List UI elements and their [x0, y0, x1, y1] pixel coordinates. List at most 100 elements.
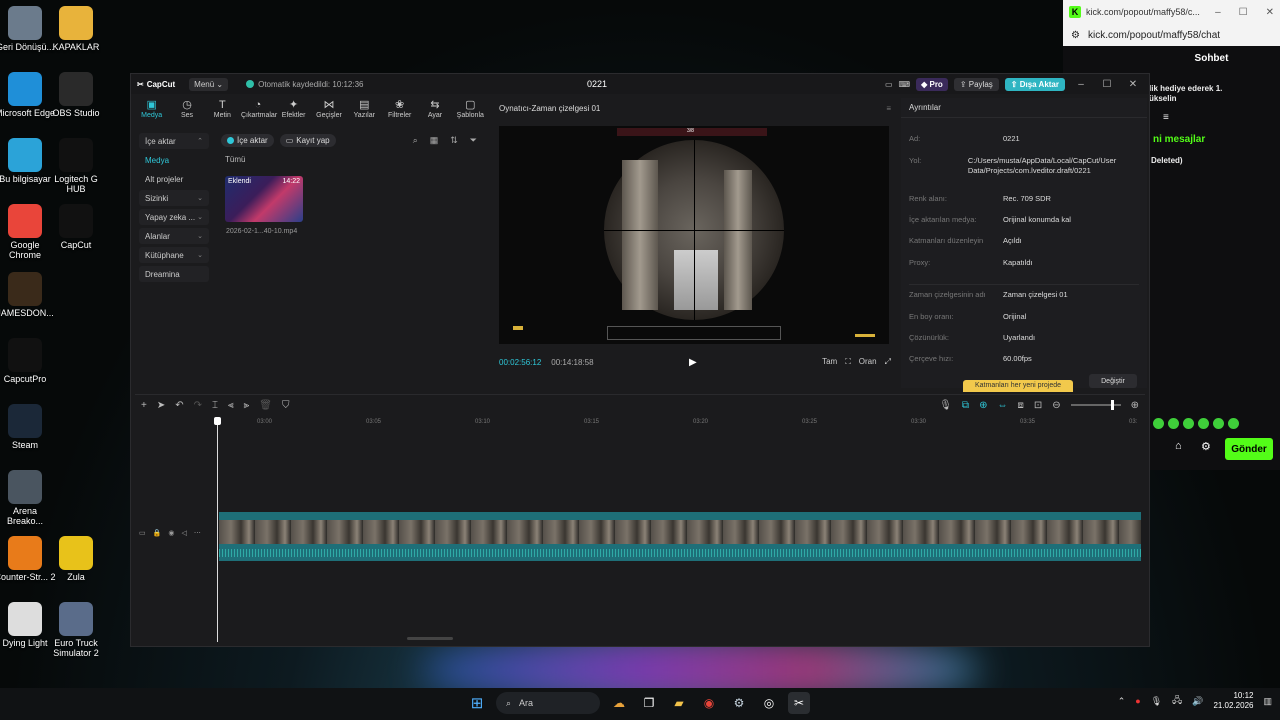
zoom-fit-icon[interactable]: ⊡ — [1034, 400, 1042, 411]
desktop-shortcut[interactable]: KAPAKLAR — [45, 6, 107, 53]
record-button[interactable]: ▭ Kayıt yap — [279, 134, 336, 147]
tool-sticker[interactable]: ◔ Çıkartmalar — [241, 98, 277, 126]
site-settings-icon[interactable]: ⚙ — [1071, 30, 1080, 41]
link-icon[interactable]: ⧉ — [962, 400, 969, 411]
full-quality-button[interactable]: Tam — [822, 357, 837, 367]
ripple-icon[interactable]: ⧈ — [1017, 400, 1023, 411]
shortcuts-icon[interactable]: ⌨ — [899, 80, 911, 89]
tool-audio[interactable]: ◷ Ses — [170, 98, 203, 126]
close-icon[interactable]: ✕ — [1123, 79, 1143, 90]
tool-captions[interactable]: ▤ Yazılar — [348, 98, 381, 126]
notifications-icon[interactable]: ▥ — [1263, 696, 1272, 707]
import-button[interactable]: İçe aktar — [221, 134, 274, 147]
eye-icon[interactable]: ◉ — [168, 529, 174, 537]
url-text[interactable]: kick.com/popout/maffy58/chat — [1088, 30, 1220, 41]
mute-icon[interactable]: ◁ — [181, 529, 186, 537]
chrome-icon[interactable]: ◉ — [698, 692, 720, 714]
video-preview[interactable]: 3/8 — [499, 126, 889, 344]
playhead[interactable] — [214, 417, 221, 642]
chevron-up-icon[interactable]: ⌃ — [1118, 696, 1126, 707]
desktop-shortcut[interactable]: CapcutPro — [0, 338, 56, 385]
zoom-out-icon[interactable]: ⊖ — [1052, 400, 1060, 411]
zoom-slider[interactable] — [1070, 400, 1121, 410]
volume-icon[interactable]: 🔊 — [1192, 696, 1203, 707]
time-ruler[interactable]: 03:00 03:05 03:10 03:15 03:20 03:25 03:30 03:35… — [217, 417, 1145, 429]
split-icon[interactable]: ⌶ — [212, 400, 218, 411]
widgets-icon[interactable]: ☁ — [608, 692, 630, 714]
tool-text[interactable]: T Metin — [206, 98, 239, 126]
minimize-icon[interactable]: – — [1215, 7, 1221, 18]
sidebar-item[interactable]: Kütüphane ⌄ — [139, 247, 209, 263]
horizontal-scrollbar[interactable] — [407, 637, 453, 640]
desktop-shortcut[interactable]: Arena Breako... — [0, 470, 56, 527]
more-icon[interactable]: ⋯ — [194, 529, 201, 537]
zoom-in-icon[interactable]: ⊕ — [1131, 400, 1139, 411]
change-button[interactable]: Değiştir — [1089, 374, 1137, 388]
layout-icon[interactable]: ▭ — [885, 80, 893, 89]
record-indicator-icon[interactable]: ● — [1135, 696, 1140, 706]
close-icon[interactable]: ✕ — [1266, 7, 1274, 18]
desktop-shortcut[interactable]: Steam — [0, 404, 56, 451]
emote-icon[interactable] — [1183, 418, 1194, 429]
filter-icon[interactable]: ⏷ — [470, 135, 477, 146]
browser-tab-title[interactable]: kick.com/popout/maffy58/c... — [1086, 7, 1200, 17]
auto-snap-icon[interactable]: ⊕ — [979, 400, 987, 411]
undo-icon[interactable]: ↶ — [175, 400, 183, 411]
sidebar-item[interactable]: İçe aktar ⌃ — [139, 133, 209, 149]
network-icon[interactable]: 🖧 — [1172, 693, 1182, 709]
preview-axis-icon[interactable]: ⇔ — [997, 400, 1007, 411]
clock[interactable]: 10:12 21.02.2026 — [1213, 691, 1253, 711]
sidebar-item[interactable]: Medya — [139, 152, 209, 168]
desktop-shortcut[interactable]: OBS Studio — [45, 72, 107, 119]
send-button[interactable]: Gönder — [1225, 438, 1273, 460]
new-messages-label[interactable]: ni mesajlar — [1153, 134, 1205, 145]
desktop-shortcut[interactable]: CapCut — [45, 204, 107, 251]
delete-left-icon[interactable]: ⫷ — [228, 400, 234, 411]
tool-media[interactable]: ▣ Medya — [135, 98, 168, 126]
play-button[interactable]: ▶ — [689, 357, 697, 368]
tool-adjust[interactable]: ⇆ Ayar — [418, 98, 451, 126]
taskbar-search[interactable]: ⌕ Ara — [496, 692, 600, 714]
sidebar-item[interactable]: Alanlar ⌄ — [139, 228, 209, 244]
emote-icon[interactable] — [1213, 418, 1224, 429]
pro-button[interactable]: ◆ Pro — [916, 77, 948, 91]
settings-icon[interactable]: ⚙ — [1201, 440, 1211, 453]
sidebar-item[interactable]: Sizinki ⌄ — [139, 190, 209, 206]
delete-right-icon[interactable]: ⫸ — [244, 400, 250, 411]
menu-button[interactable]: Menü ⌄ — [189, 77, 229, 91]
chat-menu-icon[interactable]: ≡ — [1163, 112, 1169, 123]
redo-icon[interactable]: ↷ — [194, 400, 202, 411]
lock-icon[interactable]: 🔒 — [153, 529, 162, 537]
aspect-ratio-button[interactable]: Oran — [859, 357, 877, 367]
marker-icon[interactable]: ⛉ — [282, 400, 290, 411]
gift-icon[interactable]: ⌂ — [1175, 440, 1182, 452]
emote-icon[interactable] — [1228, 418, 1239, 429]
sidebar-item[interactable]: Dreamina — [139, 266, 209, 282]
file-explorer-icon[interactable]: ▰ — [668, 692, 690, 714]
address-bar[interactable]: ⚙ kick.com/popout/maffy58/chat — [1063, 24, 1280, 46]
minimize-icon[interactable]: – — [1071, 79, 1091, 90]
capcut-icon[interactable]: ✂ — [788, 692, 810, 714]
crop-icon[interactable]: ⛶ — [845, 357, 851, 367]
tool-filters[interactable]: ❀ Filtreler — [383, 98, 416, 126]
desktop-shortcut[interactable]: Zula — [45, 536, 107, 583]
cover-icon[interactable]: ▭ — [139, 529, 146, 537]
video-track-clip[interactable] — [219, 512, 1141, 561]
tool-effects[interactable]: ✦ Efektler — [277, 98, 310, 126]
tool-templates[interactable]: ▢ Şablonla — [454, 98, 487, 126]
maximize-icon[interactable]: ☐ — [1239, 7, 1248, 18]
grid-view-icon[interactable]: ▦ — [430, 135, 439, 146]
desktop-shortcut[interactable]: Euro Truck Simulator 2 — [45, 602, 107, 659]
media-clip-thumbnail[interactable]: Eklendi 14:22 — [225, 176, 303, 222]
fullscreen-icon[interactable]: ⤢ — [885, 357, 891, 367]
steam-icon[interactable]: ⚙ — [728, 692, 750, 714]
tool-transitions[interactable]: ⋈ Geçişler — [312, 98, 345, 126]
sidebar-item[interactable]: Alt projeler — [139, 171, 209, 187]
microphone-icon[interactable]: 🎙 — [1151, 696, 1162, 707]
desktop-shortcut[interactable]: JAMESDON... — [0, 272, 56, 319]
search-icon[interactable]: ⌕ — [413, 135, 418, 146]
emote-icon[interactable] — [1168, 418, 1179, 429]
task-view-icon[interactable]: ❐ — [638, 692, 660, 714]
all-filter[interactable]: Tümü — [217, 151, 489, 168]
desktop-shortcut[interactable]: Logitech G HUB — [45, 138, 107, 195]
